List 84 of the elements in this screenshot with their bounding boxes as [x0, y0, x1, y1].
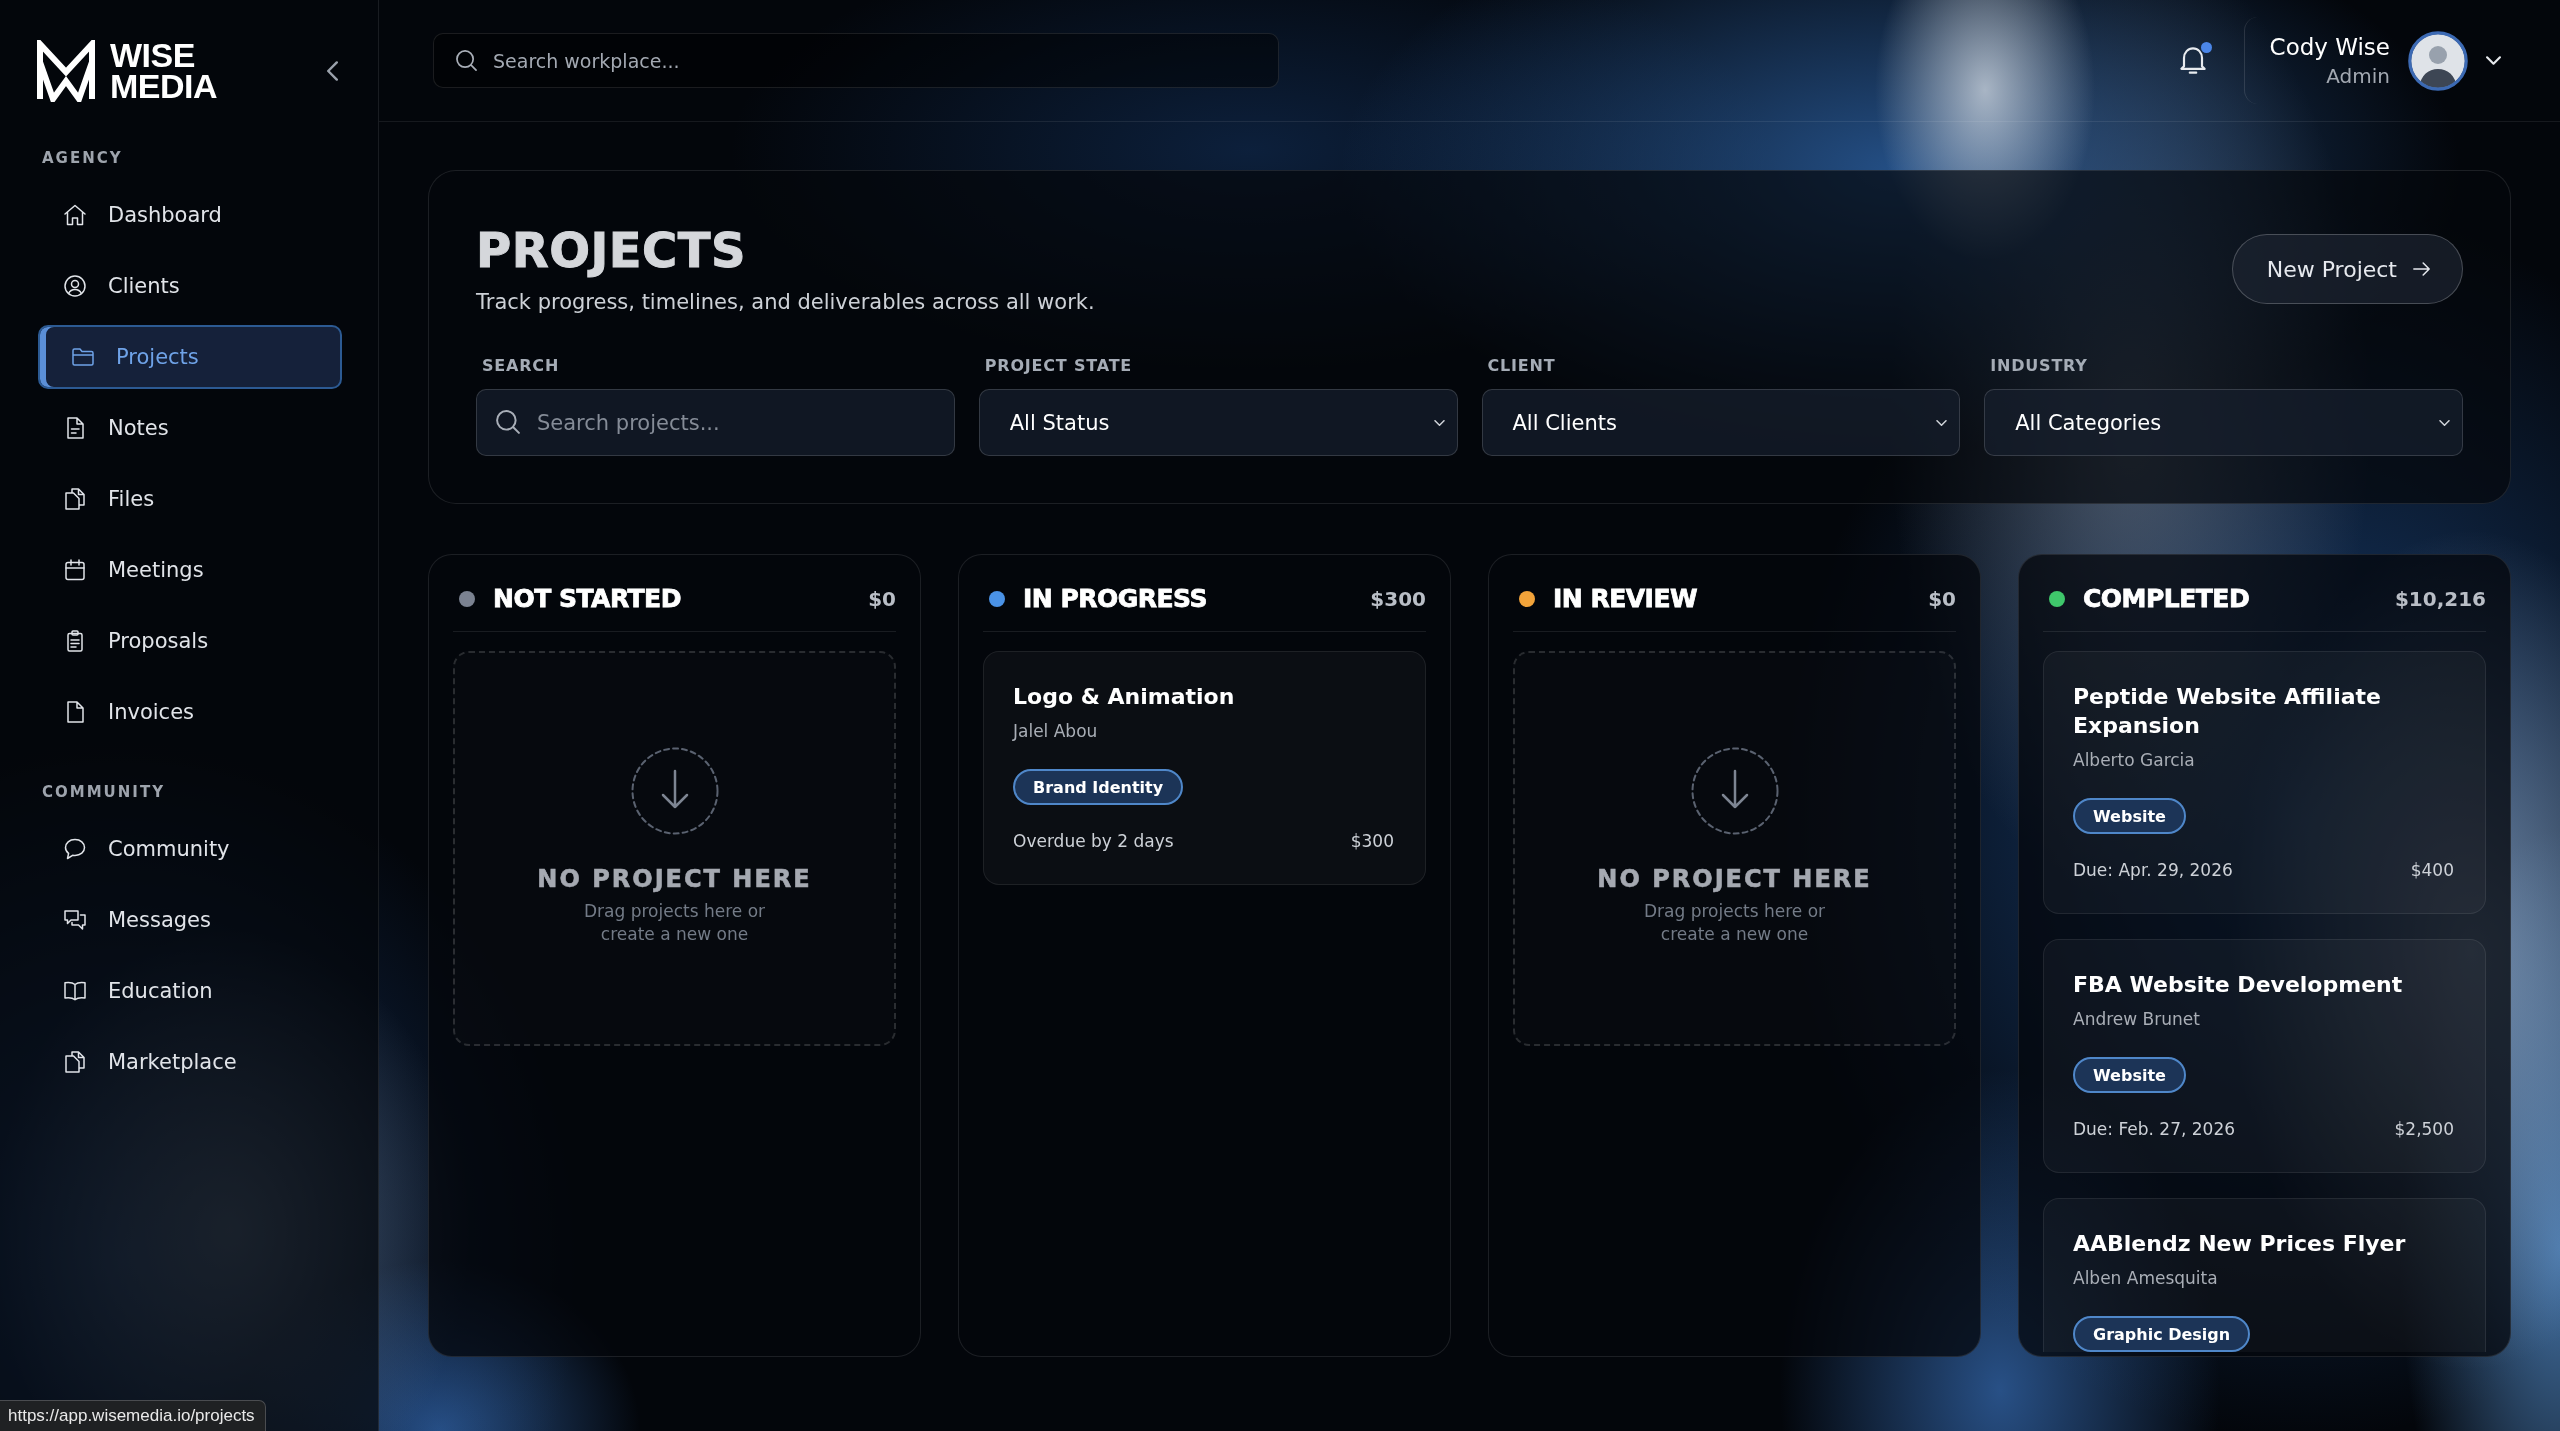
- search-field[interactable]: Search projects...: [476, 389, 955, 456]
- filter-label: PROJECT STATE: [983, 356, 1134, 376]
- card-amount: $400: [2410, 859, 2454, 882]
- filter-label: INDUSTRY: [1989, 356, 2089, 376]
- nav-item[interactable]: Dashboard: [38, 183, 342, 247]
- empty-title: NO PROJECT HERE: [537, 864, 812, 894]
- due-date: Due: Feb. 27, 2026: [2073, 1118, 2236, 1141]
- chat-bubble-icon: [63, 837, 87, 861]
- category-tag: Website: [2073, 798, 2186, 834]
- chevron-down-icon: [1433, 419, 1445, 426]
- chevron-down-icon: [2439, 419, 2450, 426]
- column-total: $10,216: [2394, 586, 2486, 611]
- folder-icon: [71, 345, 95, 369]
- category-tag: Brand Identity: [1013, 769, 1184, 805]
- status-url-tooltip: https://app.wisemedia.io/projects: [0, 1400, 266, 1431]
- project-card[interactable]: AABlendz New Prices Flyer Alben Amesquita Graphic Design: [2043, 1198, 2486, 1352]
- card-amount: $300: [1350, 830, 1394, 853]
- chevron-left-icon[interactable]: [327, 61, 338, 81]
- logo-icon: [36, 40, 96, 102]
- column-title: IN PROGRESS: [1023, 584, 1207, 613]
- search-icon: [496, 410, 520, 434]
- home-icon: [63, 203, 87, 227]
- filter-dropdown[interactable]: All Categories: [1984, 389, 2463, 456]
- chevron-down-icon[interactable]: [2486, 56, 2501, 65]
- filter-dropdown[interactable]: All Status: [978, 389, 1458, 456]
- nav-item[interactable]: Education: [38, 959, 342, 1023]
- column-total: $300: [1370, 586, 1426, 611]
- nav-item[interactable]: Notes: [38, 396, 342, 460]
- card-title: AABlendz New Prices Flyer: [2073, 1230, 2406, 1258]
- column-title: COMPLETED: [2083, 584, 2250, 613]
- card-title: Peptide Website Affiliate Expansion: [2073, 683, 2382, 740]
- client-name: Jalel Abou: [1013, 720, 1098, 743]
- column-title: NOT STARTED: [493, 584, 681, 613]
- search-field[interactable]: Search workplace...: [433, 33, 1279, 88]
- empty-hint: Drag projects here or create a new one: [1642, 900, 1827, 946]
- project-card[interactable]: FBA Website Development Andrew Brunet Website Due: Feb. 27, 2026 $2,500: [2043, 939, 2486, 1173]
- search-icon: [456, 50, 477, 71]
- stacked-documents-icon: [63, 487, 87, 511]
- filter-dropdown[interactable]: All Clients: [1481, 389, 1961, 456]
- calendar-icon: [63, 558, 87, 582]
- nav-item[interactable]: Files: [38, 467, 342, 531]
- open-book-icon: [63, 979, 87, 1003]
- nav-item[interactable]: Clients: [38, 254, 342, 318]
- empty-title: NO PROJECT HERE: [1597, 864, 1872, 894]
- page-title: PROJECTS: [476, 222, 748, 278]
- nav-item[interactable]: Messages: [38, 888, 342, 952]
- bell-icon[interactable]: [2179, 47, 2206, 74]
- nav-item[interactable]: Meetings: [38, 538, 342, 602]
- chevron-down-icon: [1936, 419, 1948, 426]
- nav-item[interactable]: Invoices: [38, 680, 342, 744]
- column-total: $0: [1928, 586, 1956, 611]
- card-amount: $2,500: [2394, 1118, 2454, 1141]
- category-tag: Graphic Design: [2073, 1316, 2251, 1352]
- client-name: Alberto Garcia: [2073, 749, 2195, 772]
- due-date: Due: Apr. 29, 2026: [2073, 859, 2233, 882]
- user-role: Admin: [2326, 62, 2390, 90]
- logo-wordmark: WISE MEDIA: [110, 40, 218, 102]
- column-total: $0: [868, 586, 896, 611]
- chat-bubbles-icon: [63, 908, 87, 932]
- stacked-documents-icon: [63, 1050, 87, 1074]
- arrow-right-icon: [2413, 262, 2430, 276]
- project-card[interactable]: Peptide Website Affiliate Expansion Alberto Garcia Website Due: Apr. 29, 2026 $400: [2043, 651, 2486, 914]
- page-subtitle: Track progress, timelines, and deliverables across all work.: [476, 289, 1095, 316]
- nav-item[interactable]: Projects: [38, 325, 342, 389]
- empty-hint: Drag projects here or create a new one: [582, 900, 767, 946]
- column-title: IN REVIEW: [1553, 584, 1698, 613]
- filter-label: CLIENT: [1486, 356, 1557, 376]
- nav-item[interactable]: Community: [38, 817, 342, 881]
- nav-item[interactable]: Marketplace: [38, 1030, 342, 1094]
- due-date: Overdue by 2 days: [1013, 830, 1174, 853]
- new-project-button[interactable]: New Project: [2231, 234, 2463, 304]
- section-label: AGENCY: [42, 148, 124, 168]
- avatar-icon[interactable]: [2408, 30, 2468, 91]
- filter-label: SEARCH: [481, 356, 561, 376]
- user-name: Cody Wise: [2269, 32, 2390, 62]
- category-tag: Website: [2073, 1057, 2186, 1093]
- section-label: COMMUNITY: [42, 782, 167, 802]
- card-title: FBA Website Development: [2073, 971, 2403, 999]
- nav-item[interactable]: Proposals: [38, 609, 342, 673]
- card-title: Logo & Animation: [1013, 683, 1235, 711]
- client-name: Andrew Brunet: [2073, 1008, 2200, 1031]
- user-circle-icon: [63, 274, 87, 298]
- client-name: Alben Amesquita: [2073, 1267, 2218, 1290]
- project-card[interactable]: Logo & Animation Jalel Abou Brand Identity Overdue by 2 days $300: [983, 651, 1426, 885]
